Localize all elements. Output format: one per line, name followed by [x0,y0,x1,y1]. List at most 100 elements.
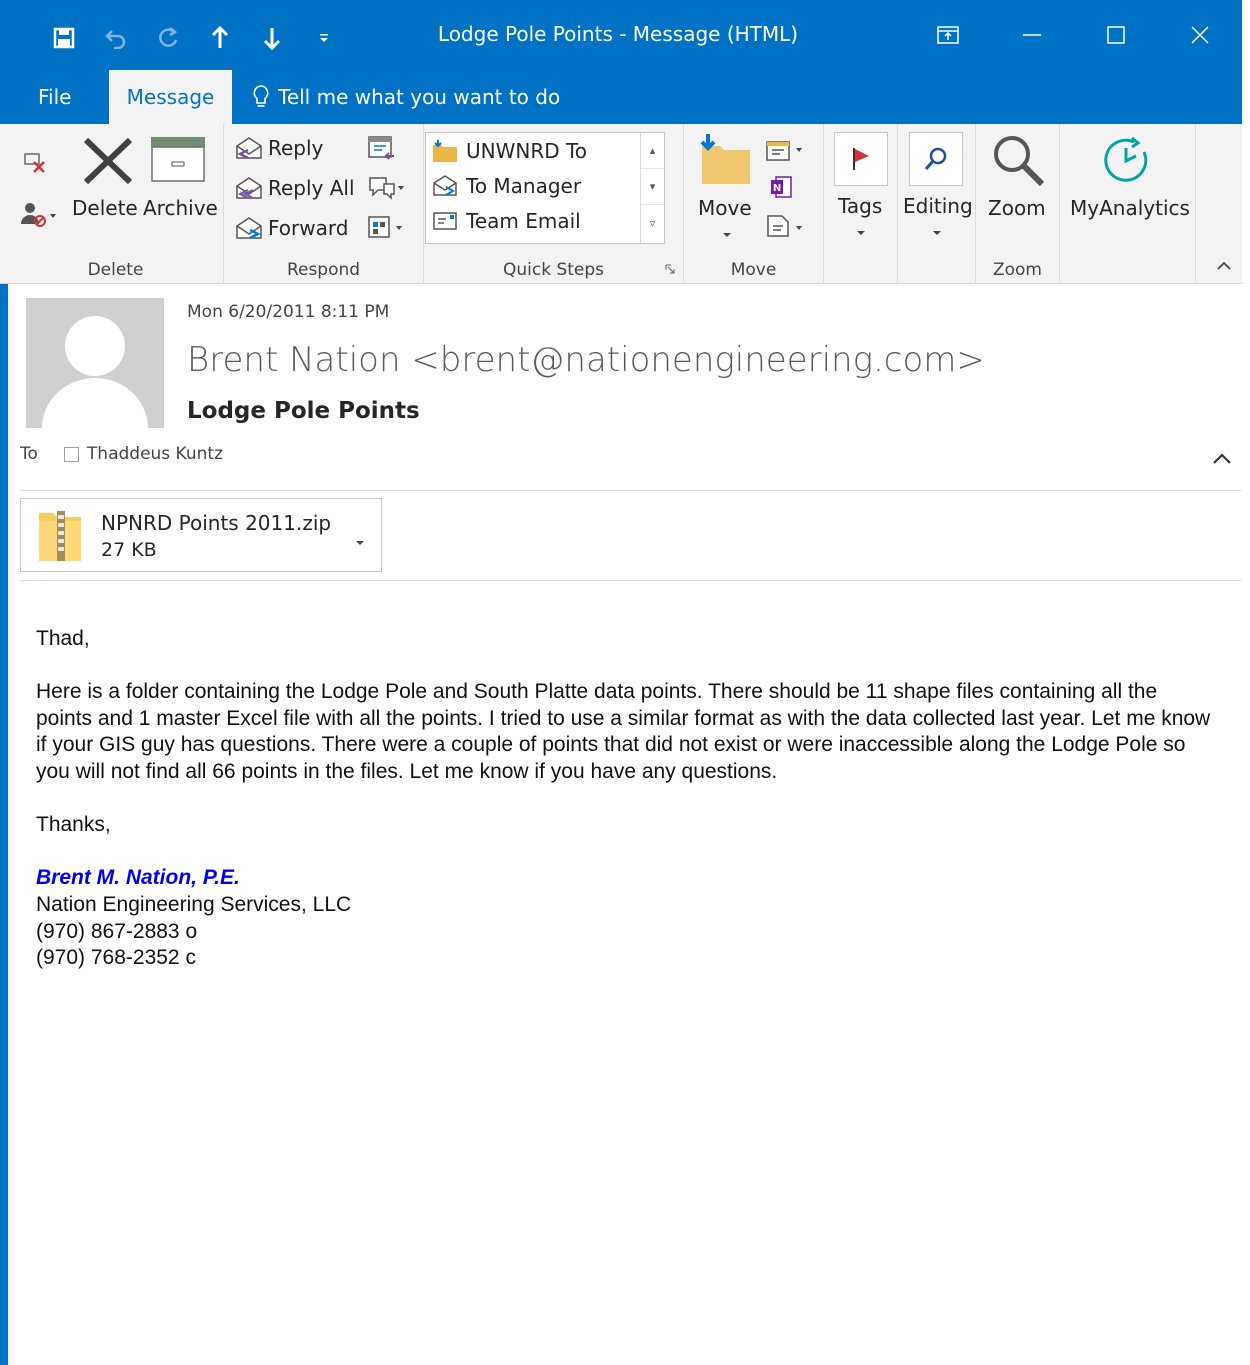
reply-icon [236,137,262,160]
archive-label: Archive [143,196,218,220]
tags-dropdown-icon[interactable] [856,230,866,236]
zoom-label: Zoom [988,196,1046,220]
forward-button[interactable]: Forward [234,214,348,242]
message-sender[interactable]: Brent Nation <brent@nationengineering.co… [187,340,985,380]
move-dropdown-icon[interactable] [722,232,732,238]
zoom-group-label: Zoom [992,260,1042,280]
body-paragraph: Here is a folder containing the Lodge Po… [36,680,1211,783]
onenote-button[interactable]: N [768,174,794,200]
myanalytics-icon [1104,136,1148,182]
attachment-name: NPNRD Points 2011.zip [101,511,332,535]
zip-folder-icon [39,511,81,561]
gallery-down-arrow-icon[interactable]: ▾ [641,169,664,205]
lightbulb-icon [253,85,269,107]
reply-all-label: Reply All [268,176,355,200]
quick-step-to-manager[interactable]: To Manager [432,174,581,198]
close-icon [1191,26,1209,44]
recipient-presence-checkbox [63,446,79,462]
more-respond-icon [368,216,402,238]
tab-message[interactable]: Message [109,70,232,124]
rules-button[interactable] [764,136,808,164]
archive-button[interactable] [150,136,206,184]
more-respond-button[interactable] [366,214,406,242]
quick-step-team-email[interactable]: Team Email [432,209,581,233]
maximize-icon [1107,26,1125,44]
tags-group: Tags [824,124,898,284]
window-controls [906,12,1242,58]
ribbon-display-icon [937,26,959,44]
close-button[interactable] [1158,12,1242,58]
move-folder-icon [700,134,750,184]
forward-icon [236,217,262,240]
header-divider [20,490,1242,491]
move-button[interactable] [696,132,754,186]
to-label: To [20,444,38,464]
move-label: Move [698,196,752,220]
tell-me-search[interactable]: Tell me what you want to do [252,70,560,124]
editing-button[interactable] [909,132,963,186]
signature-block: Brent M. Nation, P.E. Nation Engineering… [36,865,1216,971]
ribbon: Delete Archive Delete Reply Reply All Fo… [0,124,1242,284]
myanalytics-button[interactable] [1100,134,1152,186]
collapse-ribbon-button[interactable] [1216,256,1232,275]
zoom-button[interactable] [990,132,1046,188]
rules-icon [766,141,802,161]
message-date: Mon 6/20/2011 8:11 PM [187,302,390,322]
reply-button[interactable]: Reply [234,134,323,162]
reply-label: Reply [268,136,324,160]
calendar-reply-icon [368,136,394,160]
flag-icon [853,148,869,170]
collapse-header-button[interactable] [1212,450,1232,469]
quick-step-unwnrd-label: UNWNRD To [466,139,588,163]
reply-all-button[interactable]: Reply All [234,174,355,202]
message-body: Thad, Here is a folder containing the Lo… [36,626,1216,972]
im-reply-icon [369,177,404,200]
onenote-icon: N [771,176,792,198]
editing-label: Editing [903,194,973,218]
delete-group: Delete Archive Delete [8,124,224,284]
attachment-size: 27 KB [101,539,157,561]
signature-phone-cell: (970) 768-2352 c [36,946,196,970]
ignore-button[interactable] [22,148,48,174]
tags-button[interactable] [834,132,888,186]
quick-steps-scrollbar[interactable]: ▴ ▾ ▿ [640,133,664,243]
junk-user-icon [21,203,56,227]
attachment-divider [20,580,1242,581]
editing-dropdown-icon[interactable] [932,230,942,236]
myanalytics-group: MyAnalytics [1060,124,1196,284]
quick-step-team-email-label: Team Email [466,209,581,233]
move-group: Move N Move [684,124,824,284]
chevron-up-icon [1217,261,1231,270]
move-to-folder-icon [433,140,457,162]
person-placeholder-icon [42,316,148,428]
tell-me-label: Tell me what you want to do [278,85,561,109]
ribbon-tabs: File Message Tell me what you want to do [0,70,1242,124]
body-greeting: Thad, [36,627,90,650]
gallery-more-icon[interactable]: ▿ [641,205,664,241]
meeting-reply-button[interactable] [366,134,396,162]
zoom-group: Zoom Zoom [976,124,1060,284]
body-closing: Thanks, [36,813,111,837]
dialog-launcher-icon[interactable] [665,264,675,274]
im-reply-button[interactable] [366,174,406,202]
delete-group-label: Delete [87,260,144,280]
actions-button[interactable] [764,212,808,240]
recipient-name[interactable]: Thaddeus Kuntz [87,444,223,464]
signature-company: Nation Engineering Services, LLC [36,892,352,916]
gallery-up-arrow-icon[interactable]: ▴ [641,133,664,169]
chevron-down-icon [356,541,364,545]
junk-button[interactable] [20,200,58,228]
attachment-options-button[interactable] [355,531,365,550]
maximize-button[interactable] [1074,12,1158,58]
tab-file[interactable]: File [38,70,71,124]
delete-button[interactable] [80,134,136,188]
attachment-card[interactable]: NPNRD Points 2011.zip 27 KB [20,498,382,572]
minimize-button[interactable] [990,12,1074,58]
myanalytics-label: MyAnalytics [1070,196,1190,220]
ribbon-display-options-button[interactable] [906,12,990,58]
message-subject: Lodge Pole Points [187,398,420,424]
quick-step-unwnrd[interactable]: UNWNRD To [432,139,587,163]
actions-icon [767,215,802,237]
editing-group: Editing [898,124,976,284]
archive-box-icon [151,137,205,182]
